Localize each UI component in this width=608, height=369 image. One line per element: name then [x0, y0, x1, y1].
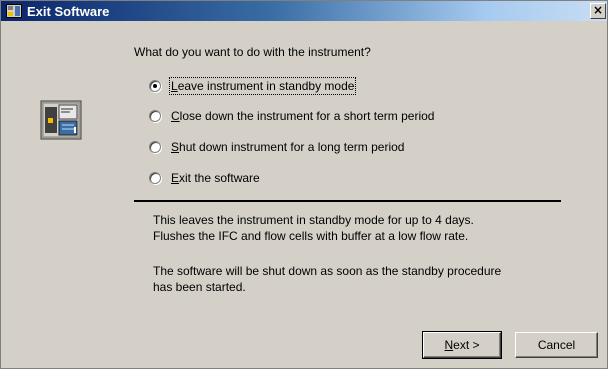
cancel-button[interactable]: Cancel [515, 332, 598, 358]
radio-short-term[interactable] [149, 110, 161, 122]
description-line-4: has been started. [153, 280, 246, 294]
instrument-icon [40, 100, 82, 140]
radio-long-term[interactable] [149, 141, 161, 153]
close-button[interactable]: × [590, 3, 606, 19]
description-line-1: This leaves the instrument in standby mo… [153, 213, 474, 227]
option-short-term[interactable]: Close down the instrument for a short te… [149, 109, 434, 123]
section-divider [134, 200, 561, 202]
radio-exit[interactable] [149, 172, 161, 184]
window-title: Exit Software [27, 4, 110, 19]
option-long-term[interactable]: Shut down instrument for a long term per… [149, 140, 404, 154]
radio-standby[interactable] [149, 80, 161, 92]
option-short-term-label: Close down the instrument for a short te… [171, 109, 435, 123]
next-button[interactable]: Next > [422, 331, 502, 359]
next-button-label: Next > [444, 338, 480, 352]
option-long-term-label: Shut down instrument for a long term per… [171, 140, 405, 154]
exit-software-dialog: Exit Software × What do you want to do w… [0, 0, 608, 369]
option-standby-label: Leave instrument in standby mode [168, 77, 357, 95]
question-prompt: What do you want to do with the instrume… [134, 45, 371, 59]
option-exit[interactable]: Exit the software [149, 171, 260, 185]
description-line-3: The software will be shut down as soon a… [153, 264, 502, 278]
close-icon: × [592, 3, 604, 17]
app-window-icon [6, 4, 22, 18]
option-standby[interactable]: Leave instrument in standby mode [149, 77, 357, 95]
option-exit-label: Exit the software [171, 171, 260, 185]
title-bar[interactable]: Exit Software × [1, 1, 607, 21]
cancel-button-label: Cancel [537, 338, 576, 352]
description-line-2: Flushes the IFC and flow cells with buff… [153, 229, 469, 243]
